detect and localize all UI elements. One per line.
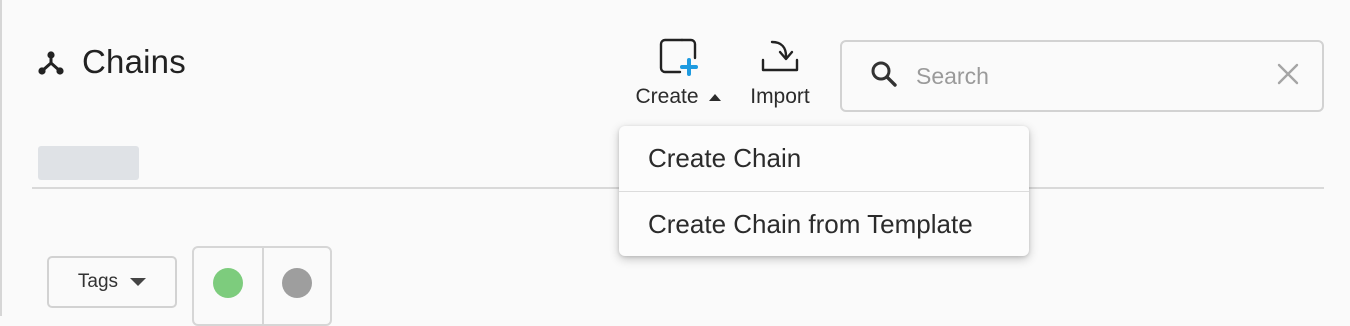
import-button[interactable]: Import — [744, 36, 816, 109]
search-icon — [870, 60, 898, 93]
menu-item-label: Create Chain — [648, 143, 802, 173]
status-filter-toggle — [192, 246, 332, 326]
chain-fork-icon — [34, 45, 68, 79]
search-input[interactable] — [916, 62, 1276, 90]
page-title: Chains — [82, 43, 186, 80]
status-filter-active[interactable] — [194, 248, 262, 324]
create-label: Create — [635, 85, 699, 108]
page-header: Chains — [34, 40, 186, 84]
loading-placeholder — [38, 146, 139, 180]
search-box[interactable] — [840, 40, 1324, 112]
add-square-icon — [656, 36, 700, 81]
import-label: Import — [750, 85, 810, 108]
chevron-down-icon — [130, 278, 147, 286]
chains-page: Chains Create Import Search Tags Create … — [0, 0, 1350, 326]
status-filter-inactive[interactable] — [262, 248, 330, 324]
create-button[interactable]: Create — [630, 36, 726, 109]
active-status-dot — [213, 268, 243, 298]
import-tray-icon — [758, 36, 802, 81]
tags-label: Tags — [77, 271, 119, 292]
inactive-status-dot — [282, 268, 312, 298]
menu-item-create-chain-from-template[interactable]: Create Chain from Template — [619, 191, 1029, 256]
close-icon[interactable] — [1276, 62, 1300, 91]
tags-filter-button[interactable]: Tags — [47, 256, 177, 308]
menu-item-create-chain[interactable]: Create Chain — [619, 126, 1029, 191]
menu-item-label: Create Chain from Template — [648, 208, 973, 239]
caret-up-icon — [708, 93, 721, 101]
create-dropdown-menu: Create Chain Create Chain from Template — [619, 126, 1029, 256]
